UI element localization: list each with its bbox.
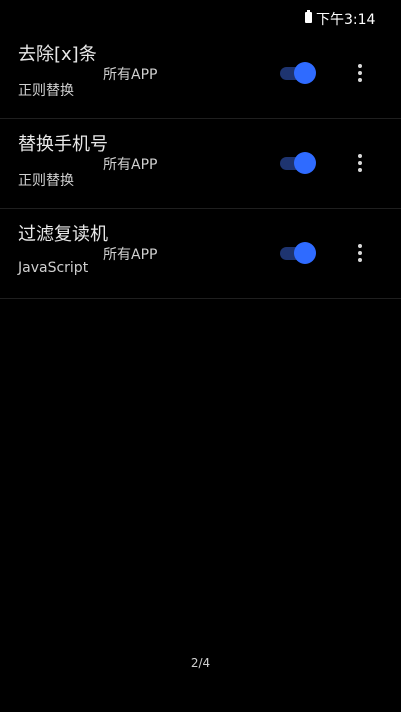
- rule-scope: 所有APP: [103, 247, 158, 263]
- rule-row[interactable]: 去除[x]条 所有APP 正则替换: [0, 29, 401, 119]
- toggle-thumb: [294, 242, 316, 264]
- rule-title: 过滤复读机: [18, 224, 108, 245]
- rule-enable-toggle[interactable]: [280, 242, 318, 264]
- dot: [358, 64, 362, 68]
- rule-row[interactable]: 替换手机号 所有APP 正则替换: [0, 119, 401, 209]
- rule-enable-toggle[interactable]: [280, 152, 318, 174]
- rule-enable-toggle[interactable]: [280, 62, 318, 84]
- dot: [358, 78, 362, 82]
- toggle-thumb: [294, 62, 316, 84]
- more-vert-icon[interactable]: [350, 151, 370, 175]
- more-vert-icon[interactable]: [350, 61, 370, 85]
- dot: [358, 244, 362, 248]
- status-time: 下午3:14: [316, 12, 376, 28]
- dot: [358, 258, 362, 262]
- rule-type: JavaScript: [18, 260, 89, 276]
- rule-title: 去除[x]条: [18, 44, 97, 65]
- rule-scope: 所有APP: [103, 157, 158, 173]
- rule-scope: 所有APP: [103, 67, 158, 83]
- page-indicator: 2/4: [190, 656, 211, 670]
- rule-type: 正则替换: [18, 173, 74, 189]
- dot: [358, 161, 362, 165]
- dot: [358, 154, 362, 158]
- rule-type: 正则替换: [18, 83, 74, 99]
- more-vert-icon[interactable]: [350, 241, 370, 265]
- rule-title: 替换手机号: [18, 134, 108, 155]
- toggle-thumb: [294, 152, 316, 174]
- app-screen: 下午3:14 去除[x]条 所有APP 正则替换 替换手机号 所有APP 正则替…: [0, 0, 401, 712]
- dot: [358, 168, 362, 172]
- rule-list: 去除[x]条 所有APP 正则替换 替换手机号 所有APP 正则替换 过滤复读机…: [0, 29, 401, 299]
- dot: [358, 251, 362, 255]
- dot: [358, 71, 362, 75]
- battery-icon: [305, 10, 312, 23]
- rule-row[interactable]: 过滤复读机 所有APP JavaScript: [0, 209, 401, 299]
